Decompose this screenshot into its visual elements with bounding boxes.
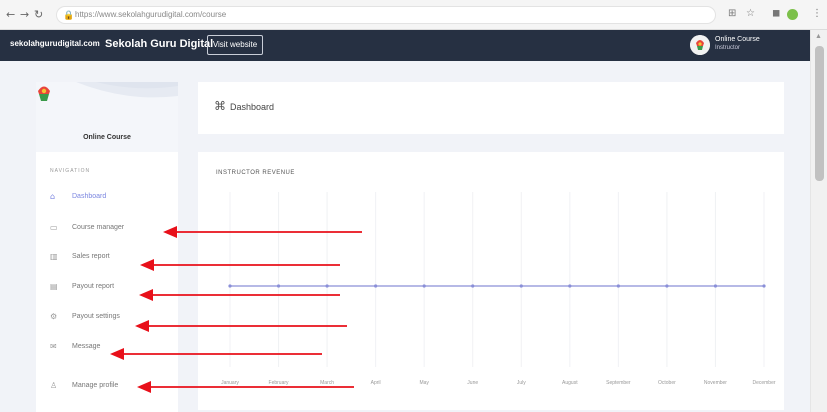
x-tick-label: February [269, 380, 290, 386]
data-point[interactable] [519, 284, 523, 288]
sidebar-item-payout-report[interactable]: ▤ Payout report [50, 281, 170, 295]
browser-toolbar: ← → ↻ 🔒 https://www.sekolahgurudigital.c… [0, 0, 827, 30]
sidebar-item-label: Course manager [72, 224, 125, 231]
sidebar-item-manage-profile[interactable]: ♙ Manage profile [50, 380, 170, 394]
forward-icon[interactable]: → [20, 8, 29, 22]
x-tick-label: November [704, 380, 727, 386]
data-point[interactable] [568, 284, 572, 288]
revenue-card: INSTRUCTOR REVENUE January February March A… [198, 152, 784, 410]
x-tick-label: May [419, 380, 429, 386]
sidebar-header-wave [76, 82, 178, 98]
course-logo [38, 86, 50, 101]
scrollbar-thumb[interactable] [815, 46, 824, 181]
x-tick-label: October [658, 380, 676, 386]
data-point[interactable] [665, 284, 669, 288]
sidebar: Online Course NAVIGATION ⌂ Dashboard ▭ C… [36, 82, 178, 412]
data-point[interactable] [616, 284, 620, 288]
sidebar-item-label: Dashboard [72, 193, 107, 200]
extension-icon[interactable]: ◼ [772, 8, 780, 20]
data-point[interactable] [471, 284, 475, 288]
data-point[interactable] [276, 284, 281, 288]
sidebar-item-label: Manage profile [72, 382, 119, 389]
x-tick-label: March [320, 380, 334, 386]
payout-settings-icon: ⚙ [50, 312, 58, 321]
browser-menu-icon[interactable]: ⋮ [812, 8, 822, 20]
site-domain[interactable]: sekolahgurudigital.com [10, 39, 100, 48]
user-name[interactable]: Online Course [715, 36, 760, 43]
x-tick-label: August [562, 380, 578, 386]
manage-profile-icon: ♙ [50, 381, 58, 390]
page-title: Dashboard [230, 102, 275, 112]
top-navbar: sekolahgurudigital.com Sekolah Guru Digi… [0, 30, 810, 61]
revenue-chart: January February March April May June July Augu… [221, 192, 776, 386]
sidebar-item-sales-report[interactable]: ▥ Sales report [50, 251, 170, 265]
site-title[interactable]: Sekolah Guru Digital [105, 38, 213, 50]
sidebar-item-message[interactable]: ✉ Message [50, 341, 170, 355]
user-role: Instructor [715, 45, 741, 51]
nav-section-label: NAVIGATION [50, 168, 91, 174]
sidebar-item-dashboard[interactable]: ⌂ Dashboard [50, 191, 170, 205]
user-avatar[interactable] [690, 35, 710, 55]
x-tick-label: September [606, 380, 631, 386]
extension-green-icon[interactable] [787, 9, 798, 20]
sidebar-item-course-manager[interactable]: ▭ Course manager [50, 222, 170, 236]
address-url[interactable]: https://www.sekolahgurudigital.com/cours… [75, 10, 226, 19]
data-point[interactable] [325, 284, 329, 288]
page-scrollbar[interactable]: ▲ [810, 30, 827, 412]
sidebar-item-label: Message [72, 343, 101, 350]
sidebar-item-payout-settings[interactable]: ⚙ Payout settings [50, 311, 170, 325]
scroll-up-icon[interactable]: ▲ [815, 33, 822, 40]
data-point[interactable] [713, 284, 718, 288]
x-tick-label: December [752, 380, 775, 386]
data-point[interactable] [422, 284, 426, 288]
dashboard-icon: ⌘ [214, 99, 226, 113]
data-point[interactable] [228, 284, 232, 288]
reload-icon[interactable]: ↻ [34, 8, 43, 22]
x-tick-label: June [467, 380, 478, 386]
bookmark-star-icon[interactable]: ☆ [746, 8, 755, 20]
data-point[interactable] [374, 284, 378, 288]
x-tick-label: July [517, 380, 526, 386]
message-icon: ✉ [50, 342, 57, 351]
sidebar-header: Online Course [36, 82, 178, 152]
payout-report-icon: ▤ [50, 282, 58, 291]
translate-icon[interactable]: ⊞ [728, 8, 736, 20]
dashboard-header-card: ⌘ Dashboard [198, 82, 784, 134]
sidebar-course-name: Online Course [83, 134, 131, 141]
sidebar-item-label: Sales report [72, 253, 110, 260]
sales-report-icon: ▥ [50, 252, 58, 261]
sidebar-item-label: Payout report [72, 283, 115, 290]
x-tick-label: January [221, 380, 239, 386]
sidebar-item-label: Payout settings [72, 313, 120, 320]
address-bar[interactable]: 🔒 https://www.sekolahgurudigital.com/cou… [56, 6, 716, 24]
data-point[interactable] [762, 284, 766, 288]
x-tick-label: April [371, 380, 381, 386]
lock-icon: 🔒 [63, 10, 75, 20]
course-manager-icon: ▭ [50, 223, 58, 232]
dashboard-icon: ⌂ [50, 192, 56, 201]
visit-website-button[interactable]: Visit website [207, 35, 263, 55]
back-icon[interactable]: ← [6, 8, 15, 22]
